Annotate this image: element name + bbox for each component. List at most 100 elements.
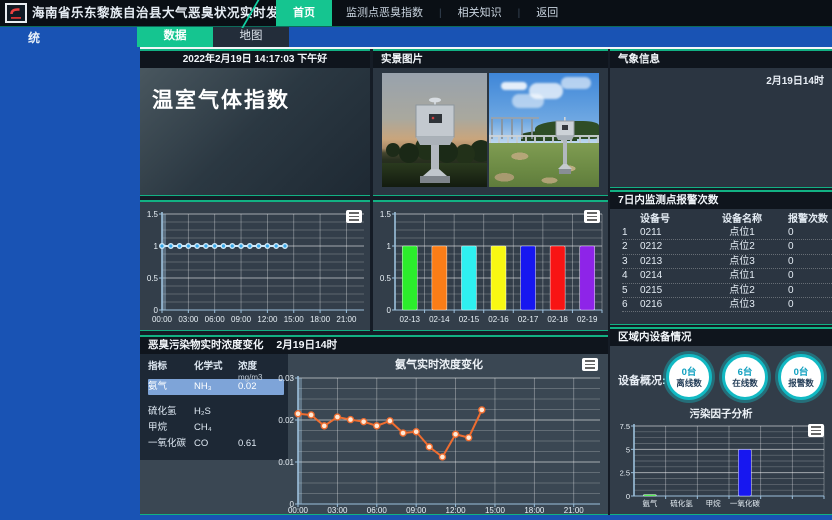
chart-toolbox-icon[interactable]	[346, 210, 362, 223]
factor-chart[interactable]: 0 2.5 5 7.5 氨气 硫化氢 甲烷一氧化碳	[612, 420, 830, 514]
svg-text:15:00: 15:00	[485, 506, 506, 515]
pollutant-panel-title: 恶臭污染物实时浓度变化	[148, 339, 264, 351]
index-trend-chart[interactable]: 00.511.500:0003:0006:0009:0012:0015:0018…	[142, 206, 370, 331]
svg-text:02-15: 02-15	[459, 315, 480, 324]
photo-ground	[489, 143, 599, 187]
svg-text:12:00: 12:00	[446, 506, 467, 515]
dashboard-content: 2022年2月19日 14:17:03 下午好 温室气体指数 实景图片	[140, 49, 832, 515]
factor-chart-title: 污染因子分析	[610, 406, 832, 421]
daily-bar-chart[interactable]: 00.511.502-1302-1402-1502-1602-1702-1802…	[375, 206, 608, 331]
tab-0[interactable]: 数据	[137, 26, 213, 47]
svg-text:7.5: 7.5	[620, 422, 630, 431]
chart-toolbox-icon[interactable]	[808, 424, 824, 437]
svg-text:0.01: 0.01	[278, 458, 294, 467]
svg-text:02-14: 02-14	[429, 315, 450, 324]
svg-text:02-18: 02-18	[547, 315, 568, 324]
app-title: 海南省乐东黎族自治县大气恶臭状况实时发布系	[32, 0, 305, 26]
ammonia-chart[interactable]: 00.010.020.0300:0003:0006:0009:0012:0015…	[272, 366, 606, 515]
svg-text:09:00: 09:00	[231, 315, 252, 324]
chart-toolbox-icon[interactable]	[582, 358, 598, 371]
photos-panel-title: 实景图片	[373, 51, 608, 68]
alarm-table-row: 30213点位30	[622, 255, 832, 269]
svg-text:06:00: 06:00	[205, 315, 226, 324]
alarm-table-panel: 7日内监测点报警次数 设备号 设备名称 报警次数 10211点位1020212点…	[610, 190, 832, 325]
nav-item-0[interactable]: 首页	[276, 0, 332, 26]
svg-text:06:00: 06:00	[367, 506, 388, 515]
svg-text:00:00: 00:00	[152, 315, 173, 324]
station-photo-field	[489, 73, 599, 187]
photo-clouds	[501, 82, 527, 90]
monitoring-station-icon	[551, 117, 579, 175]
svg-text:15:00: 15:00	[284, 315, 305, 324]
nav-item-3[interactable]: 返回	[522, 0, 572, 26]
pollutant-row[interactable]: 氨气NH₃0.02	[148, 379, 284, 395]
device-overview-label: 设备概况:	[618, 372, 666, 388]
nav-item-1[interactable]: 监测点恶臭指数	[332, 0, 437, 26]
svg-text:0.5: 0.5	[380, 274, 392, 283]
weather-panel-title: 气象信息	[610, 51, 832, 68]
tab-1[interactable]: 地图	[213, 26, 289, 47]
weather-panel: 气象信息 2月19日14时	[610, 49, 832, 188]
pollutant-row[interactable]: 甲烷CH₄	[148, 420, 288, 436]
pollutant-table: 指标 化学式 浓度mg/m3 氨气NH₃0.02硫化氢H₂S甲烷CH₄一氧化碳C…	[140, 354, 288, 460]
svg-text:2.5: 2.5	[620, 469, 630, 478]
photo-trees	[386, 143, 400, 157]
alarm-table-row: 10211点位10	[622, 226, 832, 240]
tab-underline	[140, 47, 832, 49]
svg-text:5: 5	[626, 445, 630, 454]
datetime-bar: 2022年2月19日 14:17:03 下午好	[140, 51, 370, 68]
stat-circle: 0台离线数	[666, 354, 712, 400]
svg-text:0.03: 0.03	[278, 374, 294, 383]
app-title-overflow: 统	[28, 29, 40, 46]
devices-panel: 区域内设备情况 设备概况: 0台离线数6台在线数0台报警数 污染因子分析 02.…	[610, 327, 832, 515]
alarm-table-title: 7日内监测点报警次数	[610, 192, 832, 209]
greenhouse-headline: 温室气体指数	[140, 68, 370, 114]
svg-text:09:00: 09:00	[406, 506, 427, 515]
app-logo-icon	[5, 3, 27, 23]
alarm-table-row: 60216点位30	[622, 298, 832, 312]
alarm-table-row: 40214点位10	[622, 269, 832, 283]
svg-text:氨气: 氨气	[642, 498, 657, 508]
station-photo-dusk	[382, 73, 487, 187]
alarm-table-header: 设备号 设备名称 报警次数	[622, 213, 832, 226]
svg-text:02-19: 02-19	[577, 315, 598, 324]
nav-separator: |	[437, 8, 444, 19]
svg-text:1: 1	[154, 242, 159, 251]
svg-text:00:00: 00:00	[288, 506, 309, 515]
pollutant-panel-date: 2月19日14时	[276, 339, 337, 351]
photos-panel: 实景图片	[373, 49, 608, 196]
svg-text:甲烷: 甲烷	[706, 498, 721, 508]
svg-text:0: 0	[387, 306, 392, 315]
svg-text:硫化氢: 硫化氢	[670, 498, 693, 508]
svg-text:18:00: 18:00	[310, 315, 331, 324]
svg-text:1: 1	[387, 242, 392, 251]
col-count: 报警次数	[788, 213, 832, 226]
pollutant-row[interactable]: 一氧化碳CO0.61	[148, 436, 288, 452]
svg-text:1.5: 1.5	[147, 210, 159, 219]
svg-text:0.5: 0.5	[147, 274, 159, 283]
svg-text:18:00: 18:00	[524, 506, 545, 515]
main-nav: 首页监测点恶臭指数|相关知识|返回	[276, 0, 572, 26]
svg-text:12:00: 12:00	[257, 315, 278, 324]
svg-text:02-17: 02-17	[518, 315, 539, 324]
svg-text:一氧化碳: 一氧化碳	[730, 498, 760, 508]
weather-date: 2月19日14时	[766, 72, 824, 87]
pollutant-row[interactable]: 硫化氢H₂S	[148, 404, 288, 420]
col-device: 设备号	[640, 213, 696, 226]
stat-circle: 6台在线数	[722, 354, 768, 400]
topbar: 海南省乐东黎族自治县大气恶臭状况实时发布系 首页监测点恶臭指数|相关知识|返回	[0, 0, 832, 27]
svg-text:03:00: 03:00	[327, 506, 348, 515]
alarm-table-row: 50215点位20	[622, 284, 832, 298]
svg-text:21:00: 21:00	[336, 315, 357, 324]
svg-text:0: 0	[626, 492, 630, 501]
nav-item-2[interactable]: 相关知识	[444, 0, 516, 26]
left-sidebar	[0, 49, 140, 520]
pollutant-panel: 恶臭污染物实时浓度变化 2月19日14时 指标 化学式 浓度mg/m3 氨气NH…	[140, 335, 608, 515]
device-stats: 0台离线数6台在线数0台报警数	[666, 354, 824, 400]
svg-text:03:00: 03:00	[178, 315, 199, 324]
subbar: 统 数据地图	[0, 26, 832, 49]
daily-bar-chart-panel: 00.511.502-1302-1402-1502-1602-1702-1802…	[373, 200, 608, 331]
alarm-table-row: 20212点位20	[622, 240, 832, 254]
chart-toolbox-icon[interactable]	[584, 210, 600, 223]
svg-text:02-16: 02-16	[488, 315, 509, 324]
